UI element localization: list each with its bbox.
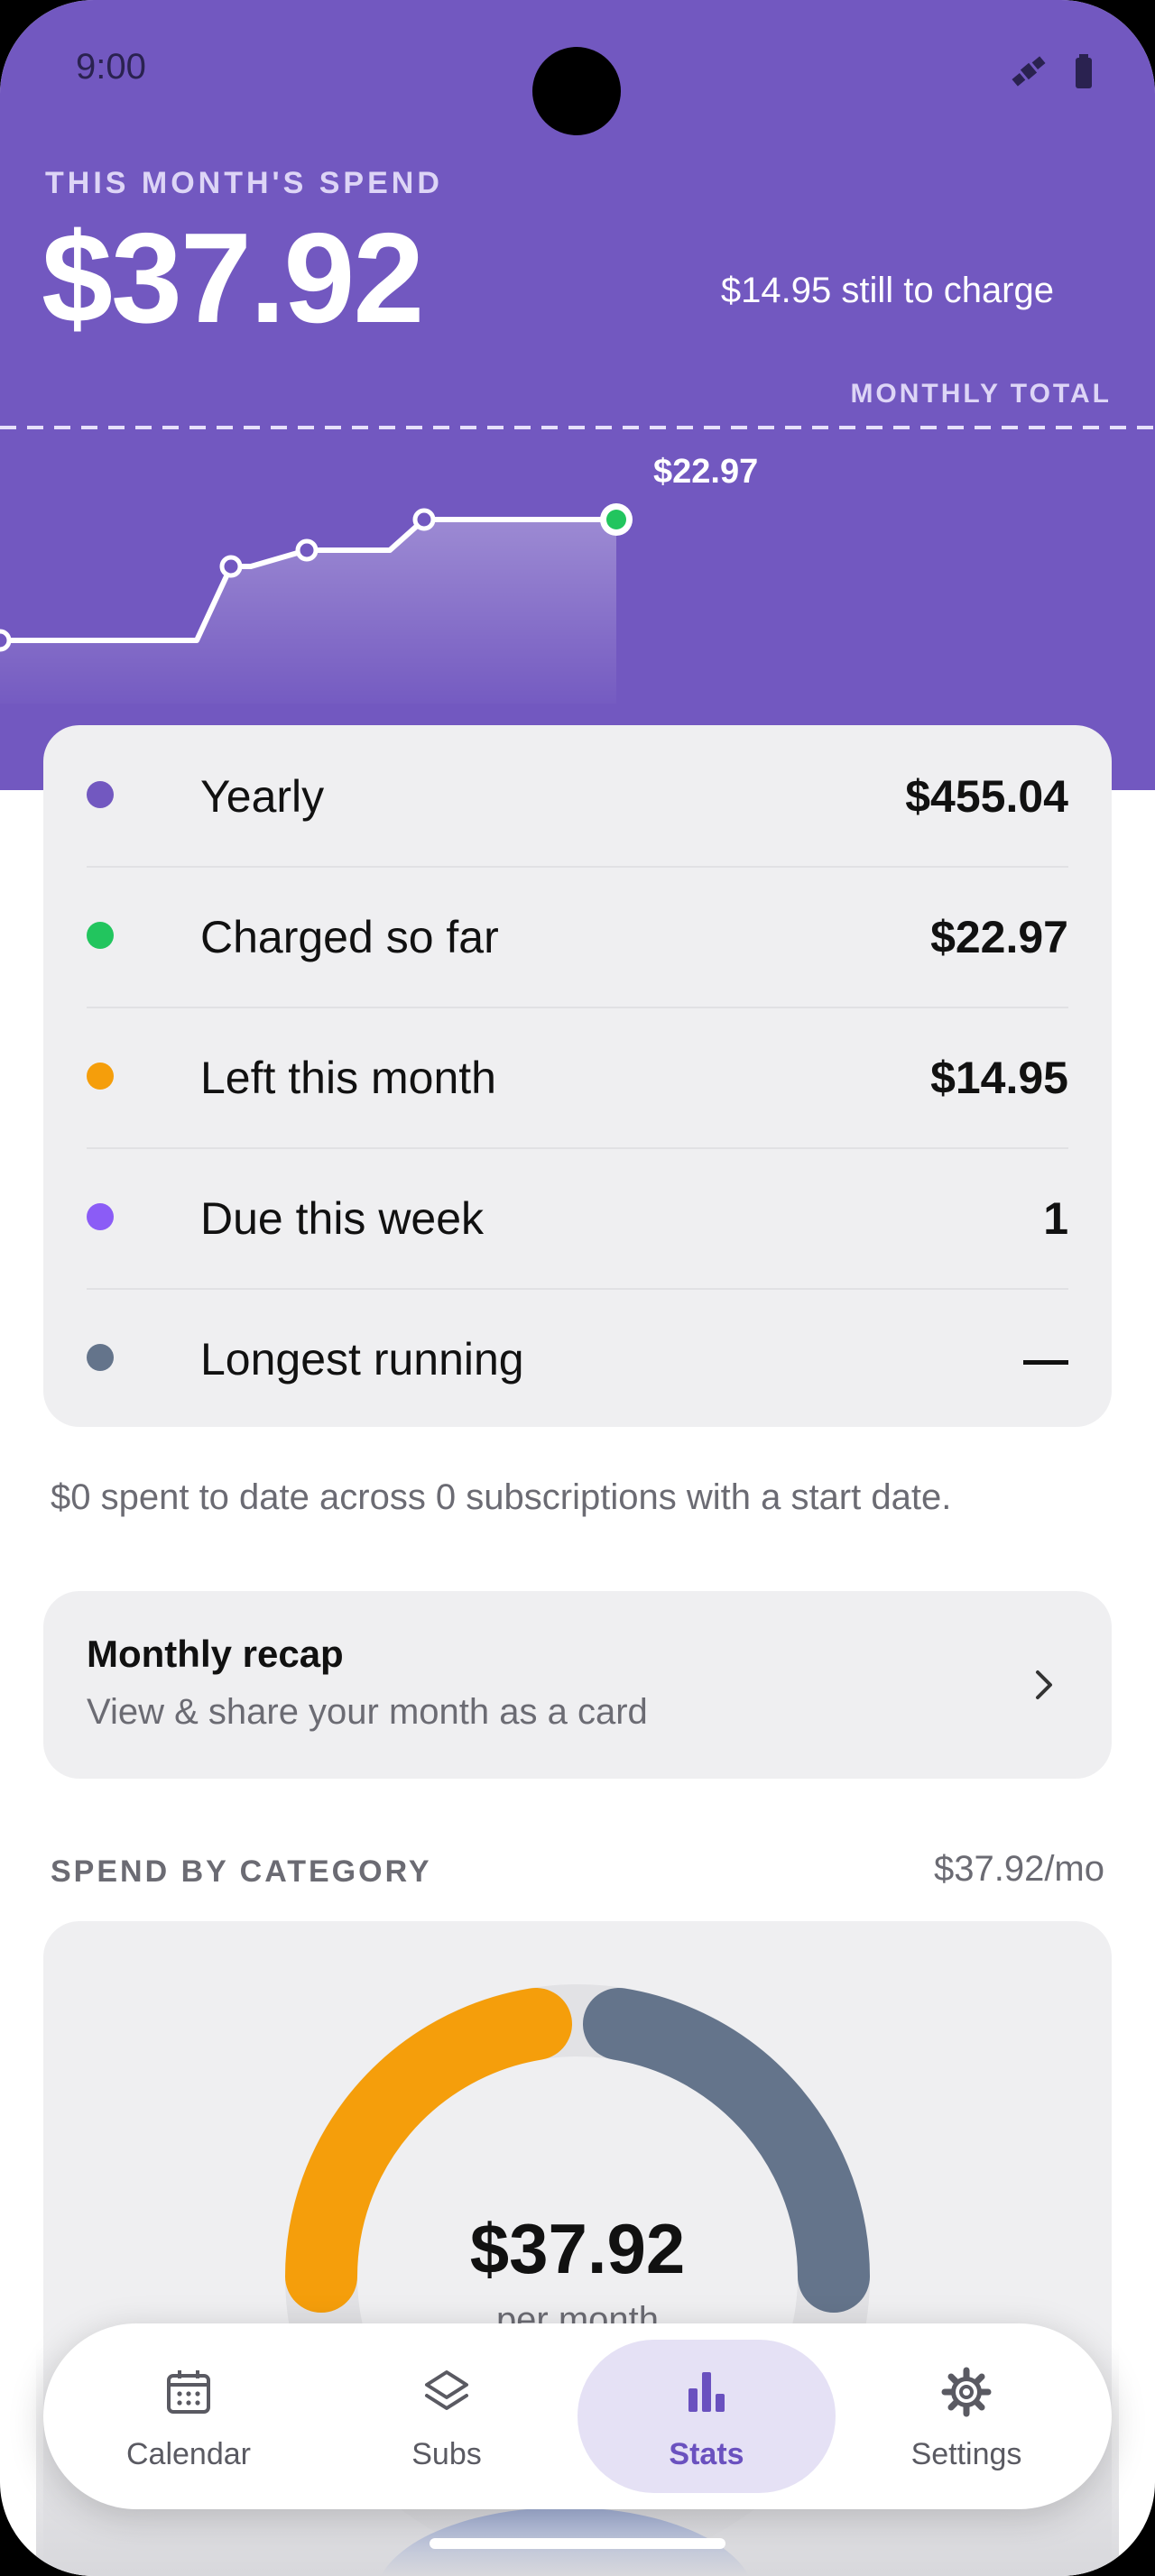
spend-by-category-label: SPEND BY CATEGORY xyxy=(51,1854,432,1889)
longest-dot xyxy=(87,1344,114,1371)
tab-label: Subs xyxy=(411,2437,482,2471)
status-time: 9:00 xyxy=(76,47,146,87)
tab-stats[interactable]: Stats xyxy=(578,2340,836,2493)
stat-row-due: Due this week 1 xyxy=(87,1147,1068,1290)
stat-value: $455.04 xyxy=(905,771,1068,822)
stat-value: 1 xyxy=(1043,1193,1068,1244)
bar-chart-icon xyxy=(688,2372,725,2412)
satellite-icon xyxy=(1012,56,1046,87)
stat-row-left: Left this month $14.95 xyxy=(87,1007,1068,1149)
spent-to-date-note: $0 spent to date across 0 subscriptions … xyxy=(51,1477,952,1517)
monthly-recap-button[interactable]: Monthly recap View & share your month as… xyxy=(43,1591,1112,1779)
hero-panel: 9:00 THIS MONTH'S SPEND $37.92 $14.95 st… xyxy=(0,0,1155,790)
stat-value: — xyxy=(1023,1334,1068,1385)
tab-label: Calendar xyxy=(126,2437,251,2471)
recap-subtitle: View & share your month as a card xyxy=(87,1692,648,1732)
stat-label: Due this week xyxy=(200,1193,485,1244)
stat-label: Longest running xyxy=(200,1334,524,1385)
donut-amount: $37.92 xyxy=(469,2209,686,2288)
remaining-charge-text: $14.95 still to charge xyxy=(720,271,1054,310)
tab-subs[interactable]: Subs xyxy=(318,2340,576,2493)
yearly-dot xyxy=(87,781,114,808)
stat-row-charged: Charged so far $22.97 xyxy=(87,866,1068,1008)
spend-point xyxy=(219,555,243,578)
stat-label: Charged so far xyxy=(200,912,499,962)
category-total: $37.92/mo xyxy=(933,1849,1104,1889)
chevron-right-icon xyxy=(1036,1670,1052,1699)
monthly-spend-amount: $37.92 xyxy=(42,207,424,350)
stat-label: Yearly xyxy=(200,771,325,822)
tab-label: Settings xyxy=(910,2437,1022,2471)
tab-label: Stats xyxy=(669,2437,744,2471)
stat-value: $14.95 xyxy=(930,1053,1068,1103)
bottom-nav: Calendar Subs Stats Settings xyxy=(43,2323,1112,2509)
app-screen: 9:00 THIS MONTH'S SPEND $37.92 $14.95 st… xyxy=(0,0,1155,2576)
stat-row-yearly: Yearly $455.04 xyxy=(87,725,1068,868)
gear-icon xyxy=(941,2367,992,2417)
stat-label: Left this month xyxy=(200,1053,496,1103)
spend-point xyxy=(412,508,436,531)
spend-point xyxy=(0,629,12,652)
left-dot xyxy=(87,1063,114,1090)
charged-dot xyxy=(87,922,114,949)
battery-icon xyxy=(1076,54,1092,88)
home-indicator[interactable] xyxy=(430,2538,725,2549)
calendar-icon xyxy=(167,2370,210,2414)
hero-label: THIS MONTH'S SPEND xyxy=(45,166,443,200)
spend-trend-chart xyxy=(0,426,1155,704)
stat-row-longest: Longest running — xyxy=(87,1288,1068,1429)
tab-calendar[interactable]: Calendar xyxy=(60,2340,318,2493)
status-icons xyxy=(1012,54,1092,88)
layers-icon xyxy=(425,2370,468,2410)
front-camera xyxy=(532,47,621,135)
stats-card: Yearly $455.04 Charged so far $22.97 Lef… xyxy=(43,725,1112,1427)
tab-settings[interactable]: Settings xyxy=(837,2340,1095,2493)
recap-title: Monthly recap xyxy=(87,1633,344,1675)
stat-value: $22.97 xyxy=(930,912,1068,962)
due-dot xyxy=(87,1203,114,1230)
spend-point xyxy=(295,538,319,562)
current-spend-dot xyxy=(606,510,626,529)
current-spend-label: $22.97 xyxy=(653,453,759,491)
